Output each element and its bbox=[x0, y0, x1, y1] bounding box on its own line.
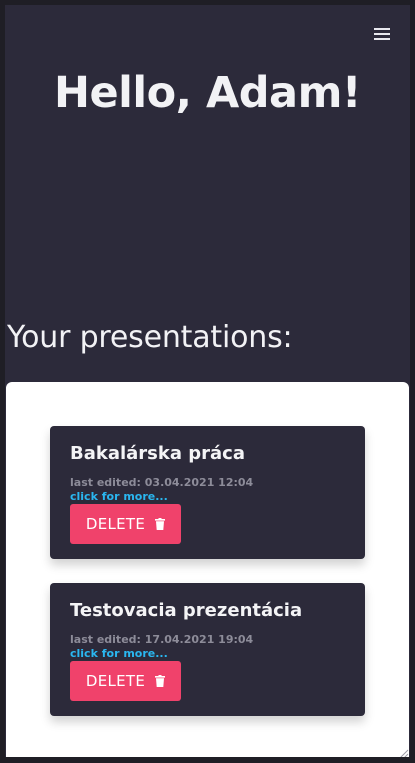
click-for-more-link[interactable]: click for more... bbox=[70, 647, 168, 660]
presentation-card: Bakalárska práca last edited: 03.04.2021… bbox=[50, 426, 365, 559]
delete-button[interactable]: DELETE bbox=[70, 661, 181, 701]
delete-button[interactable]: DELETE bbox=[70, 504, 181, 544]
last-edited-text: last edited: 03.04.2021 12:04 bbox=[70, 476, 254, 489]
app-viewport: Hello, Adam! Your presentations: Bakalár… bbox=[0, 0, 415, 763]
presentation-title: Bakalárska práca bbox=[70, 443, 245, 464]
presentation-card: Testovacia prezentácia last edited: 17.0… bbox=[50, 583, 365, 716]
greeting-heading: Hello, Adam! bbox=[54, 68, 361, 118]
window-frame-bottom bbox=[0, 757, 415, 763]
hamburger-menu-icon[interactable] bbox=[374, 27, 390, 41]
last-edited-text: last edited: 17.04.2021 19:04 bbox=[70, 633, 254, 646]
menu-line bbox=[374, 38, 390, 40]
resize-grip-icon[interactable] bbox=[397, 745, 409, 760]
window-frame-top bbox=[0, 0, 415, 5]
delete-button-label: DELETE bbox=[85, 672, 146, 690]
presentations-panel: Bakalárska práca last edited: 03.04.2021… bbox=[6, 382, 409, 757]
menu-line bbox=[374, 33, 390, 35]
menu-line bbox=[374, 28, 390, 30]
delete-button-label: DELETE bbox=[85, 515, 146, 533]
presentation-title: Testovacia prezentácia bbox=[70, 600, 303, 621]
section-title: Your presentations: bbox=[7, 320, 293, 355]
click-for-more-link[interactable]: click for more... bbox=[70, 490, 168, 503]
trash-icon bbox=[155, 518, 166, 530]
trash-icon bbox=[155, 675, 166, 687]
